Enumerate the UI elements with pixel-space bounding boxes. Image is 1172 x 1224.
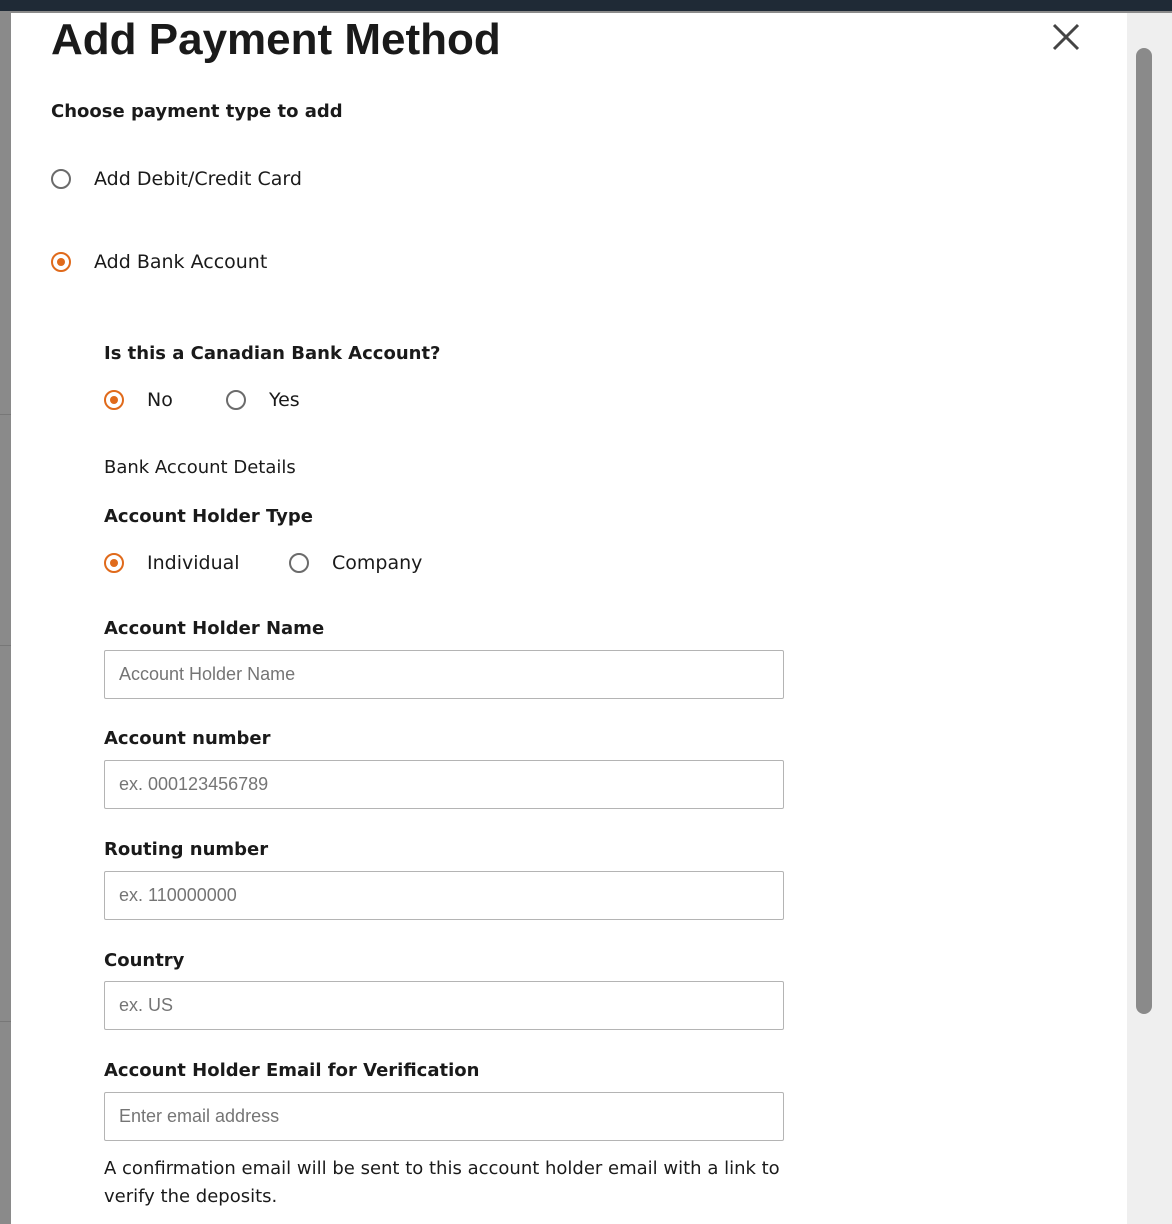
bank-details-heading: Bank Account Details: [104, 457, 296, 478]
email-input[interactable]: [104, 1092, 784, 1141]
payment-type-prompt: Choose payment type to add: [51, 101, 343, 122]
modal-title: Add Payment Method: [51, 15, 501, 64]
radio-yes[interactable]: [226, 390, 246, 410]
holder-company-label: Company: [332, 552, 423, 574]
modal-scrollbar-thumb[interactable]: [1136, 48, 1152, 1014]
close-button[interactable]: [1046, 17, 1086, 57]
payment-type-card-option[interactable]: Add Debit/Credit Card: [51, 168, 302, 190]
canadian-no-option[interactable]: No: [104, 389, 173, 411]
radio-card[interactable]: [51, 169, 71, 189]
radio-individual[interactable]: [104, 553, 124, 573]
account-number-label: Account number: [104, 728, 271, 749]
routing-number-input[interactable]: [104, 871, 784, 920]
payment-type-card-label: Add Debit/Credit Card: [94, 168, 302, 190]
radio-bank[interactable]: [51, 252, 71, 272]
routing-number-label: Routing number: [104, 839, 269, 860]
holder-name-input[interactable]: [104, 650, 784, 699]
account-number-input[interactable]: [104, 760, 784, 809]
app-top-bar: [0, 0, 1172, 11]
holder-individual-option[interactable]: Individual: [104, 552, 240, 574]
email-label: Account Holder Email for Verification: [104, 1060, 480, 1081]
close-icon: [1052, 23, 1080, 51]
payment-type-bank-option[interactable]: Add Bank Account: [51, 251, 267, 273]
country-input[interactable]: [104, 981, 784, 1030]
canadian-yes-option[interactable]: Yes: [226, 389, 300, 411]
canadian-question: Is this a Canadian Bank Account?: [104, 343, 441, 364]
canadian-no-label: No: [147, 389, 173, 411]
holder-name-label: Account Holder Name: [104, 618, 325, 639]
payment-type-bank-label: Add Bank Account: [94, 251, 268, 273]
holder-company-option[interactable]: Company: [289, 552, 422, 574]
radio-no[interactable]: [104, 390, 124, 410]
confirmation-note: A confirmation email will be sent to thi…: [104, 1158, 780, 1207]
canadian-yes-label: Yes: [269, 389, 300, 411]
radio-company[interactable]: [289, 553, 309, 573]
holder-individual-label: Individual: [147, 552, 240, 574]
add-payment-method-modal: Add Payment Method Choose payment type t…: [11, 13, 1127, 1224]
country-label: Country: [104, 950, 185, 971]
holder-type-label: Account Holder Type: [104, 506, 313, 527]
